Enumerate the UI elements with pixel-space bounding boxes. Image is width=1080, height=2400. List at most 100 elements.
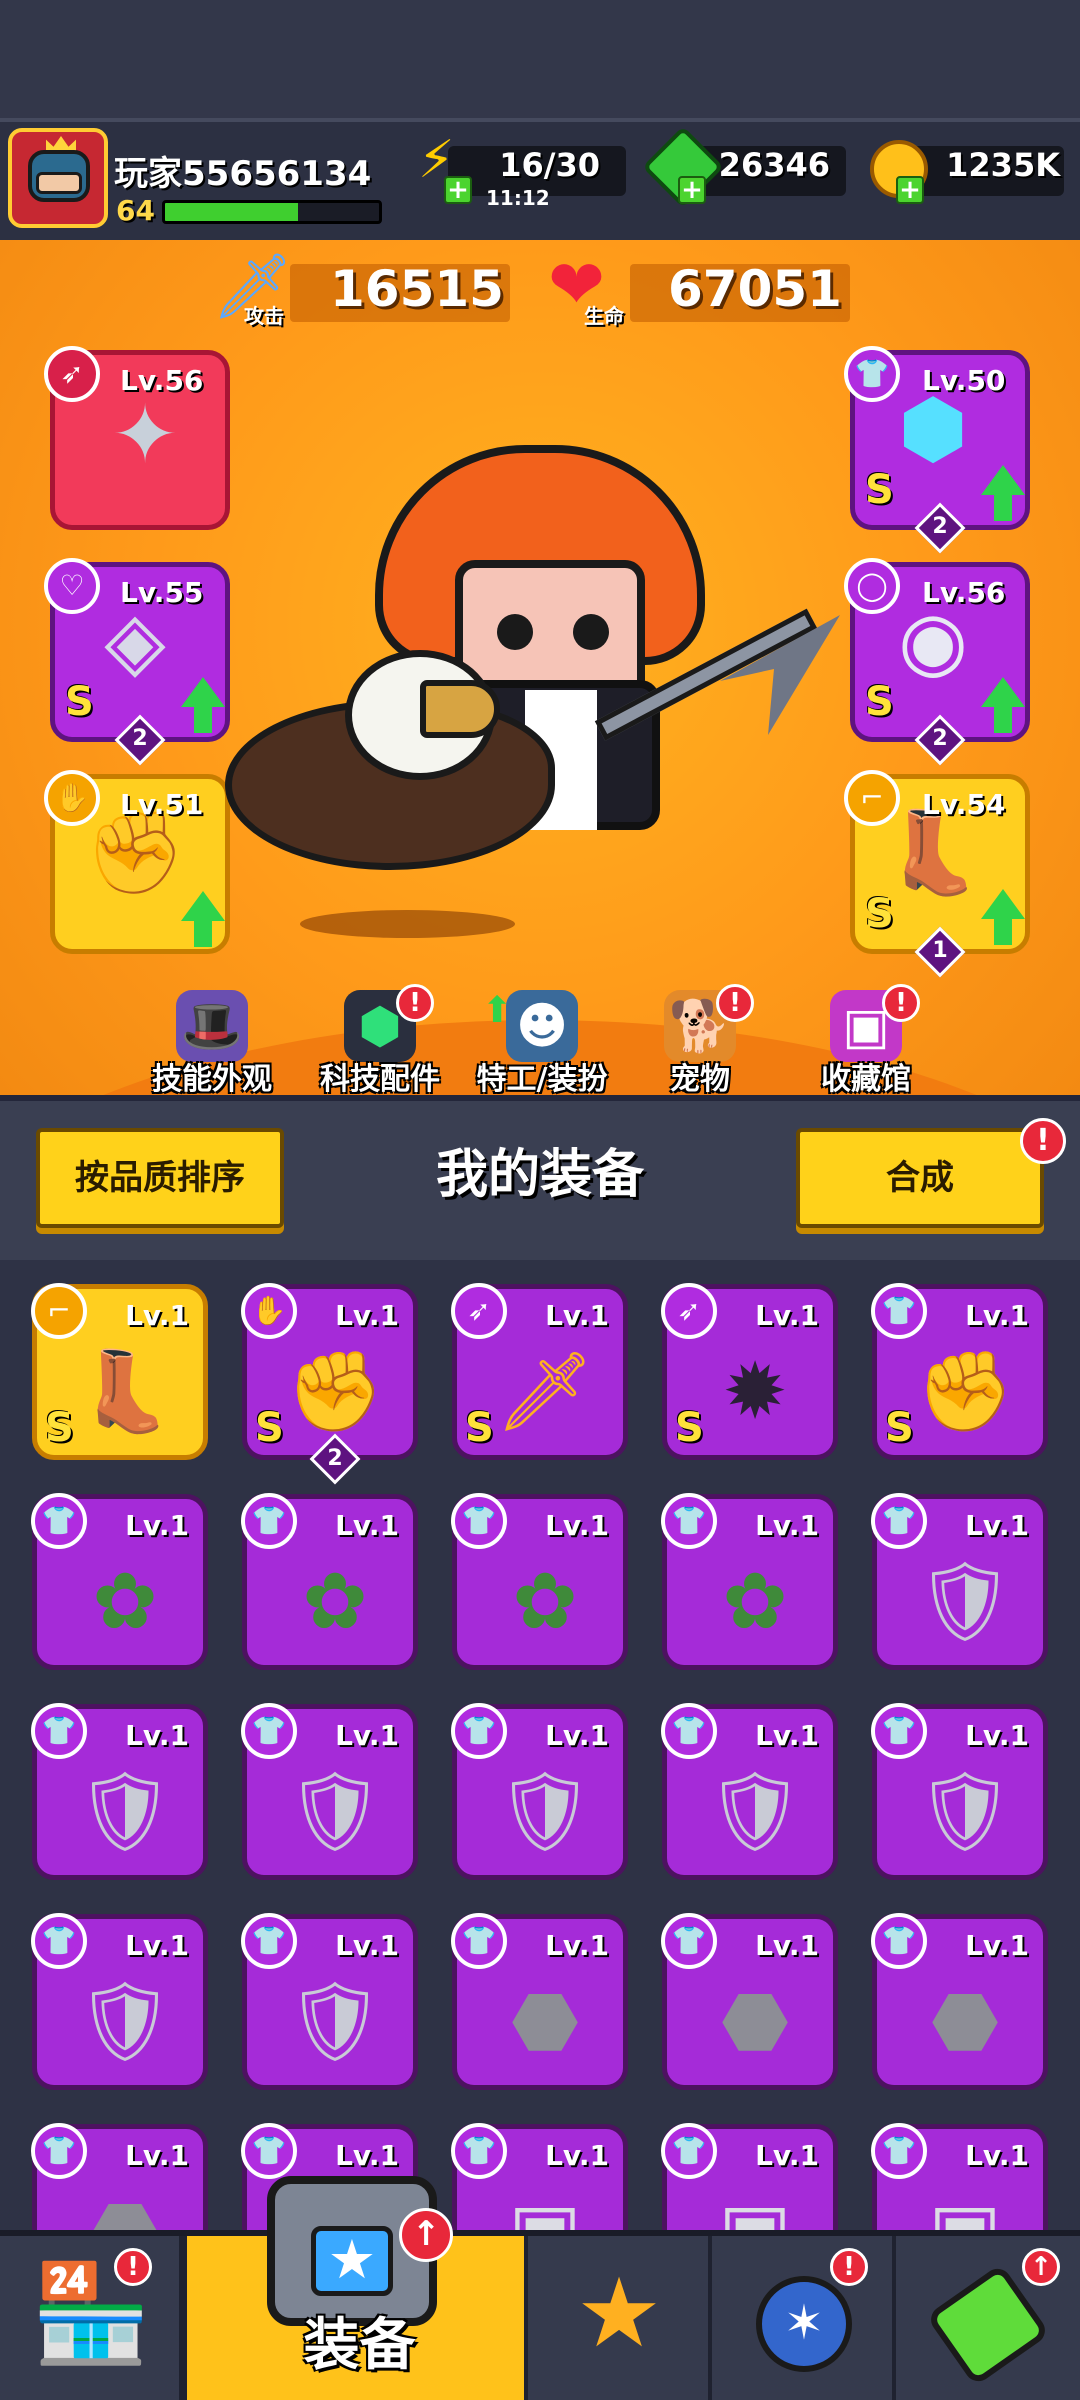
item-art-icon: 🛡 xyxy=(705,1767,805,1857)
alert-badge: ! xyxy=(716,984,754,1022)
weapon-level: Lv.56 xyxy=(120,364,204,397)
upgrade-arrow-stem xyxy=(994,919,1012,945)
item-art-icon: 🛡 xyxy=(285,1977,385,2067)
item-level: Lv.1 xyxy=(335,1299,399,1332)
feature-tech-parts[interactable]: ⬢ ! 科技配件 xyxy=(290,984,470,1097)
alert-badge: ! xyxy=(830,2248,868,2286)
inventory-item[interactable]: 👕 Lv.1 🛡 xyxy=(31,1703,208,1880)
alert-badge: ↑ xyxy=(1022,2248,1060,2286)
nav-skills[interactable]: ★ xyxy=(528,2236,712,2400)
feature-agent-outfit[interactable]: ☻ ⬆ 特工/装扮 xyxy=(452,990,632,1097)
item-grade: S xyxy=(465,1405,494,1451)
upgrade-arrow-icon: ⬆ xyxy=(482,990,513,1031)
status-bar-area xyxy=(0,0,1080,118)
item-level: Lv.1 xyxy=(965,2139,1029,2172)
nav-pets[interactable]: ✶ ! xyxy=(712,2236,896,2400)
item-level: Lv.1 xyxy=(965,1929,1029,1962)
item-type-icon: 👕 xyxy=(241,1493,297,1549)
inventory-item[interactable]: 👕 Lv.1 🛡 xyxy=(871,1493,1048,1670)
item-art-icon: ✿ xyxy=(512,1557,578,1647)
item-art-icon: ✊ xyxy=(286,1347,384,1437)
boots-level: Lv.54 xyxy=(922,788,1006,821)
inventory-item[interactable]: ✋ Lv.1 ✊ S 2 xyxy=(241,1283,418,1485)
inventory-item[interactable]: 👕 Lv.1 ✿ xyxy=(661,1493,838,1670)
item-level: Lv.1 xyxy=(545,1509,609,1542)
inventory-grid: ⌐ Lv.1 👢 S ✋ Lv.1 ✊ S 2 ➶ Lv.1 🗡 S ➶ Lv.1 ✹ S 👕 Lv.1 ✊ S 👕 Lv.… xyxy=(0,1260,1080,2230)
gloves-type-icon: ✋ xyxy=(44,770,100,826)
item-type-icon: 👕 xyxy=(871,1493,927,1549)
nav-equipment[interactable]: ★ ↑ 装备 xyxy=(183,2176,528,2400)
inventory-item[interactable]: 👕 Lv.1 ✿ xyxy=(31,1493,208,1670)
belt-stars: 2 xyxy=(932,726,948,751)
feature-collection[interactable]: ▣ ! 收藏馆 xyxy=(776,984,956,1097)
gems-value: 26346 xyxy=(718,146,830,184)
item-art-icon: ✿ xyxy=(92,1557,158,1647)
inventory-item[interactable]: 👕 Lv.1 ▣ xyxy=(871,2123,1048,2230)
item-level: Lv.1 xyxy=(755,1509,819,1542)
gloves-level: Lv.51 xyxy=(120,788,204,821)
item-art-icon: 🛡 xyxy=(915,1767,1015,1857)
armor-grade: S xyxy=(865,467,894,513)
inventory-item[interactable]: 👕 Lv.1 ✊ S xyxy=(871,1283,1048,1460)
item-type-icon: 👕 xyxy=(451,1703,507,1759)
item-level: Lv.1 xyxy=(755,1719,819,1752)
item-type-icon: 👕 xyxy=(31,1913,87,1969)
inventory-item[interactable]: 👕 Lv.1 ⬣ xyxy=(31,2123,208,2230)
inventory-item[interactable]: 👕 Lv.1 ▣ xyxy=(451,2123,628,2230)
item-type-icon: 👕 xyxy=(451,2123,507,2179)
alert-badge: ! xyxy=(114,2248,152,2286)
inventory-item[interactable]: 👕 Lv.1 🛡 xyxy=(451,1703,628,1880)
inventory-item[interactable]: ⌐ Lv.1 👢 S xyxy=(31,1283,208,1460)
inventory-item[interactable]: ➶ Lv.1 ✹ S xyxy=(661,1283,838,1460)
weapon-type-icon: ➶ xyxy=(44,346,100,402)
boots-grade: S xyxy=(865,891,894,937)
nav-shop[interactable]: 🏪 ! xyxy=(0,2236,183,2400)
nav-lab[interactable]: ↑ xyxy=(896,2236,1080,2400)
inventory-item[interactable]: ➶ Lv.1 🗡 S xyxy=(451,1283,628,1460)
feature-skill-skins[interactable]: 🎩 技能外观 xyxy=(122,990,302,1097)
merge-button[interactable]: 合成 xyxy=(796,1128,1044,1228)
alert-badge: ! xyxy=(882,984,920,1022)
inventory-item[interactable]: 👕 Lv.1 ▣ xyxy=(661,2123,838,2230)
attack-value: 16515 xyxy=(330,260,504,318)
item-art-icon: ▣ xyxy=(695,2177,815,2230)
upgrade-arrow-icon xyxy=(981,465,1025,495)
inventory-item[interactable]: 👕 Lv.1 ✿ xyxy=(451,1493,628,1670)
item-level: Lv.1 xyxy=(755,2139,819,2172)
inventory-item[interactable]: 👕 Lv.1 ⬣ xyxy=(661,1913,838,2090)
item-level: Lv.1 xyxy=(125,1719,189,1752)
item-level: Lv.1 xyxy=(545,1299,609,1332)
sort-by-quality-button[interactable]: 按品质排序 xyxy=(36,1128,284,1228)
inventory-item[interactable]: 👕 Lv.1 ⬣ xyxy=(451,1913,628,2090)
energy-add-icon[interactable]: + xyxy=(444,176,472,204)
energy-timer: 11:12 xyxy=(486,186,550,210)
item-type-icon: 👕 xyxy=(31,1703,87,1759)
upgrade-arrow-icon xyxy=(981,677,1025,707)
inventory-item[interactable]: 👕 Lv.1 🛡 xyxy=(241,1913,418,2090)
boot-icon: 👢 xyxy=(883,806,983,899)
kunai-icon: ✦ xyxy=(111,388,179,481)
item-art-icon: 🛡 xyxy=(915,1557,1015,1647)
player-avatar[interactable] xyxy=(8,128,108,228)
inventory-item[interactable]: 👕 Lv.1 ✿ xyxy=(241,1493,418,1670)
necklace-type-icon: ♡ xyxy=(44,558,100,614)
player-level: 64 xyxy=(116,194,155,227)
item-art-icon: ⬣ xyxy=(65,2177,185,2230)
item-type-icon: 👕 xyxy=(241,1913,297,1969)
inventory-item[interactable]: 👕 Lv.1 🛡 xyxy=(871,1703,1048,1880)
star-swords-icon: ★ xyxy=(575,2257,663,2369)
mech-armor-icon: ⬢ xyxy=(898,382,968,475)
inventory-item[interactable]: 👕 Lv.1 ⬣ xyxy=(871,1913,1048,2090)
upgrade-arrow-stem xyxy=(994,495,1012,521)
item-art-icon: 🛡 xyxy=(75,1767,175,1857)
feature-pets[interactable]: 🐕 ! 宠物 xyxy=(610,984,790,1097)
item-level: Lv.1 xyxy=(335,1719,399,1752)
coins-value: 1235K xyxy=(946,146,1060,184)
inventory-item[interactable]: 👕 Lv.1 🛡 xyxy=(661,1703,838,1880)
inventory-item[interactable]: 👕 Lv.1 🛡 xyxy=(241,1703,418,1880)
health-label: 生命 xyxy=(584,304,624,328)
item-level: Lv.1 xyxy=(545,1929,609,1962)
character-shadow xyxy=(300,910,515,938)
inventory-item[interactable]: 👕 Lv.1 🛡 xyxy=(31,1913,208,2090)
item-grade: S xyxy=(255,1405,284,1451)
